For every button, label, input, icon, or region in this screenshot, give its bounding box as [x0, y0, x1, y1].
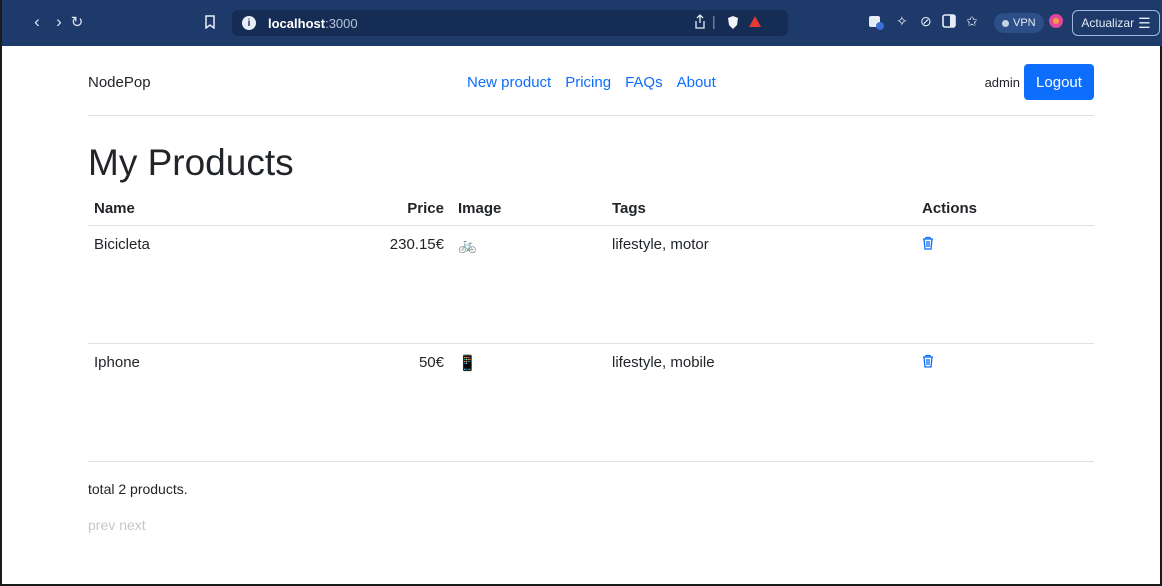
menu-icon: ☰ [1138, 14, 1151, 31]
product-name[interactable]: Iphone [94, 354, 140, 371]
products-table: Name Price Image Tags Actions Bicicleta … [88, 198, 1094, 462]
brave-rewards-icon[interactable] [748, 15, 762, 31]
delete-button[interactable] [922, 354, 934, 372]
product-image: 🚲 [458, 237, 477, 254]
brave-wallet-icon[interactable] [1048, 13, 1064, 32]
user-area: admin Logout [985, 64, 1094, 100]
page-content: NodePop New product Pricing FAQs About a… [88, 46, 1094, 533]
site-header: NodePop New product Pricing FAQs About a… [88, 46, 1094, 116]
product-tags: lifestyle, mobile [612, 354, 715, 371]
browser-window: ‹ › ↻ i localhost:3000 | ✧ ⊘ ✩ VPN Actua… [0, 0, 1162, 586]
leaf-icon[interactable]: ⊘ [920, 13, 932, 30]
pagination: prev next [88, 517, 146, 533]
vpn-label: VPN [1013, 17, 1036, 29]
share-icon[interactable] [694, 14, 706, 32]
url-text: localhost:3000 [268, 15, 358, 31]
update-label: Actualizar [1081, 16, 1135, 30]
column-name: Name [94, 200, 135, 217]
product-image: 📱 [458, 355, 477, 372]
separator: | [712, 13, 716, 29]
column-price: Price [407, 200, 444, 217]
product-price: 230.15€ [389, 236, 444, 253]
puzzle-icon[interactable]: ✧ [896, 13, 908, 30]
username: admin [984, 74, 1020, 90]
column-actions: Actions [922, 200, 978, 217]
table-row: Iphone 50€ 📱 lifestyle, mobile [88, 344, 1094, 462]
forward-icon[interactable]: › [50, 12, 68, 32]
site-info-icon[interactable]: i [242, 16, 256, 30]
column-image: Image [458, 200, 502, 217]
trash-icon [923, 354, 933, 368]
nav-pricing[interactable]: Pricing [565, 74, 611, 91]
product-tags: lifestyle, motor [612, 236, 709, 253]
total-count: total 2 products. [88, 481, 188, 497]
brand-link[interactable]: NodePop [88, 74, 151, 91]
table-row: Bicicleta 230.15€ 🚲 lifestyle, motor [88, 226, 1094, 344]
leo-ai-icon[interactable]: ✩ [966, 13, 978, 30]
bookmark-icon[interactable] [204, 15, 216, 32]
column-tags: Tags [612, 200, 646, 217]
browser-toolbar: ‹ › ↻ i localhost:3000 | ✧ ⊘ ✩ VPN Actua… [2, 0, 1162, 46]
vpn-status-icon [1002, 19, 1009, 27]
product-name[interactable]: Bicicleta [94, 236, 150, 253]
address-bar[interactable]: i localhost:3000 | [232, 10, 788, 36]
logout-button[interactable]: Logout [1024, 64, 1094, 100]
nav-about[interactable]: About [677, 74, 716, 91]
update-button[interactable]: Actualizar ☰ [1072, 10, 1160, 36]
nav-faqs[interactable]: FAQs [625, 74, 663, 91]
next-link[interactable]: next [119, 517, 145, 533]
table-header: Name Price Image Tags Actions [88, 198, 1094, 226]
trash-icon [923, 236, 933, 250]
prev-link[interactable]: prev [88, 517, 115, 533]
sidebar-icon[interactable] [942, 14, 956, 31]
back-icon[interactable]: ‹ [28, 12, 46, 32]
main-nav: New product Pricing FAQs About [467, 74, 716, 91]
brave-shield-icon[interactable] [726, 15, 740, 33]
delete-button[interactable] [922, 236, 934, 254]
reload-icon[interactable]: ↻ [68, 13, 86, 31]
page-title: My Products [88, 142, 294, 183]
vpn-button[interactable]: VPN [994, 13, 1044, 33]
product-price: 50€ [418, 354, 444, 371]
nav-new-product[interactable]: New product [467, 74, 551, 91]
extension-shield-icon[interactable] [868, 14, 884, 33]
